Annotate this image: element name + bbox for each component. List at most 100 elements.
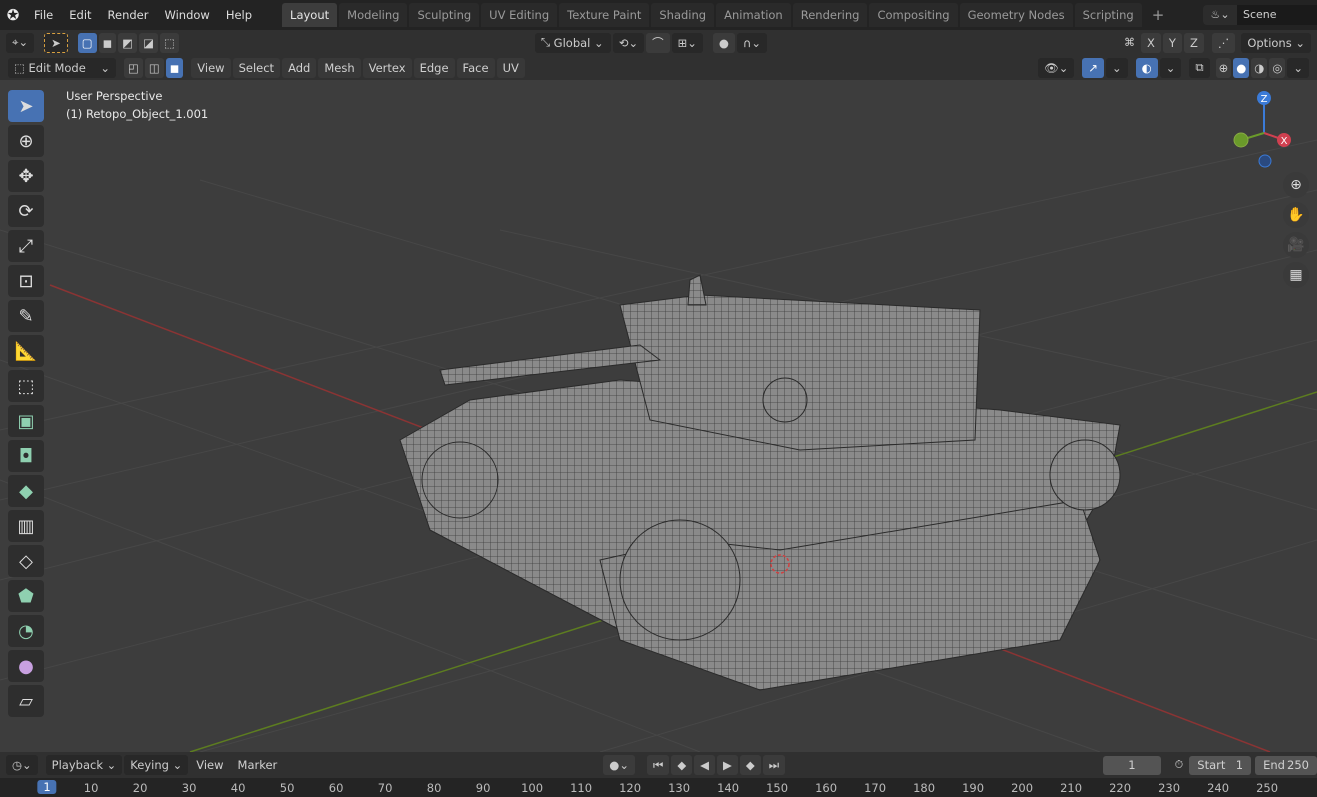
play-reverse-icon[interactable]: ◀: [694, 755, 716, 775]
marker-menu[interactable]: Marker: [232, 755, 284, 775]
gizmo-dropdown[interactable]: ⌄: [1106, 57, 1128, 78]
3d-viewport[interactable]: User Perspective (1) Retopo_Object_1.001…: [0, 80, 1317, 752]
menu-face[interactable]: Face: [456, 57, 495, 78]
menu-window[interactable]: Window: [156, 8, 217, 22]
cursor-tool-icon[interactable]: ⊕: [8, 125, 44, 157]
select-mode-subtract-icon[interactable]: ◩: [118, 32, 138, 53]
solid-shading-icon[interactable]: ●: [1233, 57, 1250, 78]
prev-keyframe-icon[interactable]: ◆: [671, 755, 693, 775]
play-icon[interactable]: ▶: [717, 755, 738, 775]
camera-view-icon[interactable]: 🎥: [1283, 232, 1309, 258]
tab-rendering[interactable]: Rendering: [792, 3, 868, 27]
gizmo-toggle-icon[interactable]: ↗: [1082, 57, 1105, 78]
timeline-ruler[interactable]: 1 10 20 30 40 50 60 70 80 90 100 110 120 130 140 150 160…: [0, 778, 1317, 797]
extrude-tool-icon[interactable]: ▣: [8, 405, 44, 437]
tab-compositing[interactable]: Compositing: [869, 3, 958, 27]
select-tool-icon[interactable]: ➤: [44, 32, 68, 53]
pivot-dropdown[interactable]: ⟲⌄: [612, 32, 645, 53]
preview-range-icon[interactable]: ⏱: [1175, 758, 1184, 772]
visibility-dropdown[interactable]: 👁⌄: [1038, 57, 1075, 78]
select-mode-invert-icon[interactable]: ◪: [139, 32, 158, 53]
move-tool-icon[interactable]: ✥: [8, 160, 44, 192]
overlay-dropdown[interactable]: ⌄: [1159, 57, 1182, 78]
scene-selector[interactable]: ♨⌄ Scene: [1203, 5, 1317, 25]
menu-vertex[interactable]: Vertex: [362, 57, 412, 78]
mirror-x-button[interactable]: X: [1141, 32, 1161, 53]
zoom-view-icon[interactable]: ⊕: [1283, 172, 1309, 198]
shading-dropdown[interactable]: ⌄: [1287, 57, 1309, 78]
menu-view[interactable]: View: [191, 57, 231, 78]
tab-modeling[interactable]: Modeling: [339, 3, 408, 27]
inset-tool-icon[interactable]: ◘: [8, 440, 44, 472]
keying-menu[interactable]: Keying ⌄: [124, 755, 189, 775]
material-shading-icon[interactable]: ◑: [1251, 57, 1268, 78]
annotate-tool-icon[interactable]: ✎: [8, 300, 44, 332]
scene-name[interactable]: Scene: [1237, 5, 1317, 25]
menu-help[interactable]: Help: [218, 8, 260, 22]
tab-geometry-nodes[interactable]: Geometry Nodes: [959, 3, 1073, 27]
menu-select[interactable]: Select: [232, 57, 281, 78]
overlay-toggle-icon[interactable]: ◐: [1135, 57, 1158, 78]
transform-tool-icon[interactable]: ⊡: [8, 265, 44, 297]
current-frame-field[interactable]: 1: [1103, 755, 1161, 775]
timeline-view-menu[interactable]: View: [190, 755, 229, 775]
smooth-tool-icon[interactable]: ●: [8, 650, 44, 682]
tab-texture-paint[interactable]: Texture Paint: [559, 3, 650, 27]
select-box-tool-icon[interactable]: ➤: [8, 90, 44, 122]
end-frame-field[interactable]: End 250: [1255, 755, 1317, 775]
menu-add[interactable]: Add: [282, 57, 317, 78]
loop-cut-tool-icon[interactable]: ▥: [8, 510, 44, 542]
add-workspace-button[interactable]: +: [1144, 3, 1173, 27]
knife-tool-icon[interactable]: ◇: [8, 545, 44, 577]
rotate-tool-icon[interactable]: ⟳: [8, 195, 44, 227]
proportional-falloff-dropdown[interactable]: ∩⌄: [736, 32, 767, 53]
playback-menu[interactable]: Playback ⌄: [45, 755, 123, 775]
menu-file[interactable]: File: [26, 8, 61, 22]
rendered-shading-icon[interactable]: ◎: [1269, 57, 1286, 78]
tab-uv-editing[interactable]: UV Editing: [481, 3, 558, 27]
proportional-edit-icon[interactable]: ●: [712, 32, 735, 53]
face-select-icon[interactable]: ◼: [165, 57, 184, 78]
tab-sculpting[interactable]: Sculpting: [409, 3, 480, 27]
select-mode-new-icon[interactable]: ▢: [77, 32, 97, 53]
orientation-dropdown[interactable]: ⤡ Global ⌄: [534, 32, 611, 53]
menu-edge[interactable]: Edge: [413, 57, 455, 78]
poly-build-tool-icon[interactable]: ⬟: [8, 580, 44, 612]
xray-toggle-icon[interactable]: ⧉: [1189, 57, 1210, 78]
blender-logo-icon[interactable]: ✪: [0, 6, 26, 24]
options-dropdown[interactable]: Options ⌄: [1241, 32, 1311, 53]
tab-scripting[interactable]: Scripting: [1074, 3, 1142, 27]
spin-tool-icon[interactable]: ◔: [8, 615, 44, 647]
tab-layout[interactable]: Layout: [282, 3, 338, 27]
shear-tool-icon[interactable]: ▱: [8, 685, 44, 717]
scale-tool-icon[interactable]: ⤢: [8, 230, 44, 262]
vertex-select-icon[interactable]: ◰: [124, 57, 143, 78]
mirror-y-button[interactable]: Y: [1162, 32, 1182, 53]
jump-end-icon[interactable]: ⏭: [762, 755, 786, 775]
snap-target-dropdown[interactable]: ⊞⌄: [671, 32, 703, 53]
perspective-toggle-icon[interactable]: ▦: [1283, 262, 1309, 288]
menu-uv[interactable]: UV: [496, 57, 525, 78]
wireframe-shading-icon[interactable]: ⊕: [1215, 57, 1232, 78]
menu-render[interactable]: Render: [100, 8, 157, 22]
auto-keying-icon[interactable]: ●⌄: [603, 755, 635, 775]
bevel-tool-icon[interactable]: ◆: [8, 475, 44, 507]
edge-select-icon[interactable]: ◫: [144, 57, 164, 78]
next-keyframe-icon[interactable]: ◆: [739, 755, 761, 775]
menu-mesh[interactable]: Mesh: [318, 57, 361, 78]
tab-shading[interactable]: Shading: [651, 3, 715, 27]
select-mode-intersect-icon[interactable]: ⬚: [159, 32, 179, 53]
menu-edit[interactable]: Edit: [61, 8, 99, 22]
select-mode-extend-icon[interactable]: ◼: [98, 32, 117, 53]
pan-view-icon[interactable]: ✋: [1283, 202, 1309, 228]
transform-pivot-icon[interactable]: ⌖⌄: [6, 32, 35, 53]
measure-tool-icon[interactable]: 📐: [8, 335, 44, 367]
topology-mirror-icon[interactable]: ⋰: [1211, 32, 1236, 53]
mode-dropdown[interactable]: ⬚ Edit Mode ⌄: [8, 57, 116, 78]
add-cube-tool-icon[interactable]: ⬚: [8, 370, 44, 402]
snap-toggle-icon[interactable]: ⌒: [646, 32, 670, 53]
navigation-gizmo[interactable]: Z X: [1229, 88, 1299, 168]
start-frame-field[interactable]: Start 1: [1189, 755, 1252, 775]
editor-type-dropdown[interactable]: ◷⌄: [6, 755, 38, 775]
jump-start-icon[interactable]: ⏮: [646, 755, 670, 775]
